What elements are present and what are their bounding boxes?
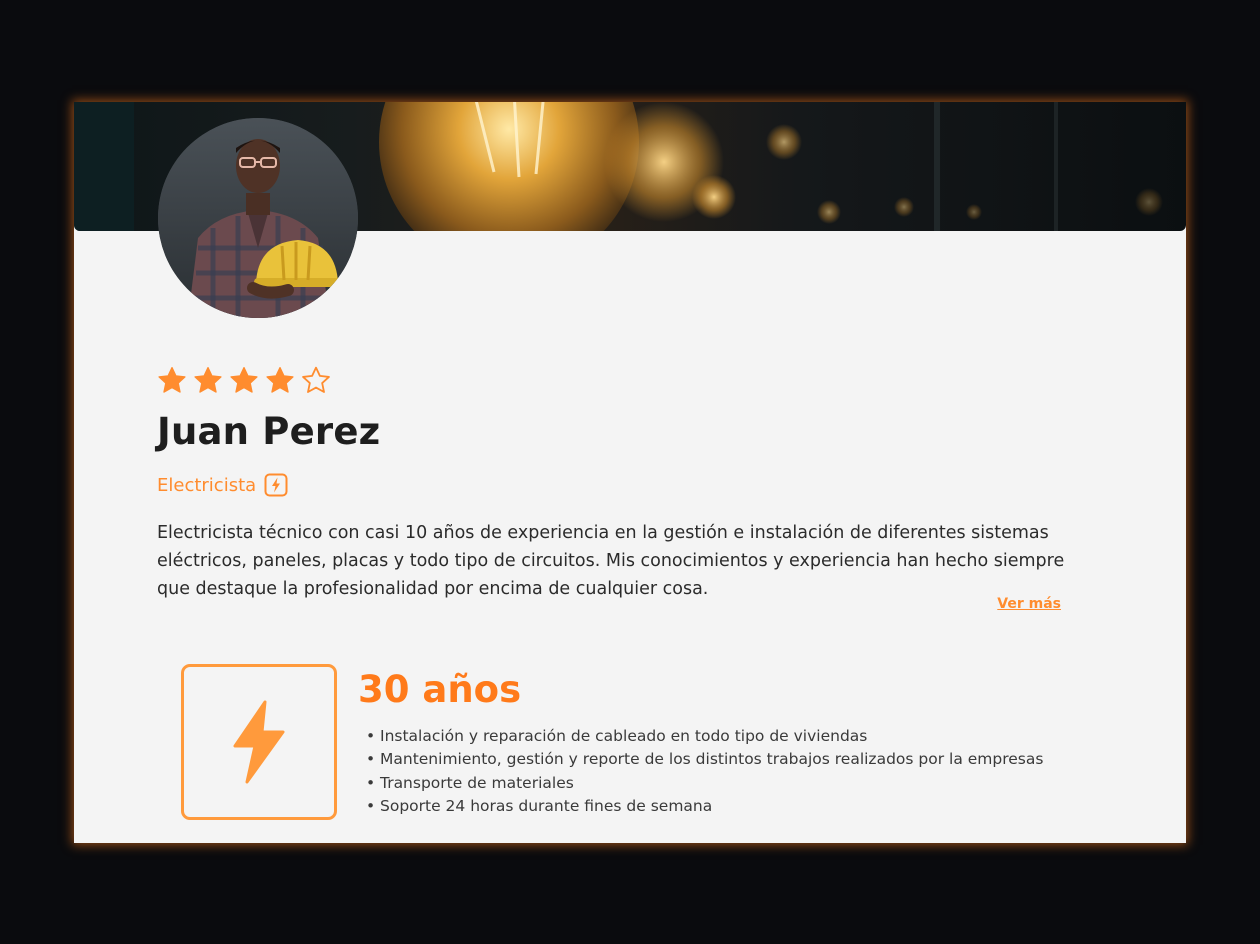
profile-name: Juan Perez xyxy=(157,410,381,453)
experience-item-text: Transporte de materiales xyxy=(380,773,574,792)
experience-icon-box xyxy=(181,664,337,820)
profile-description: Electricista técnico con casi 10 años de… xyxy=(157,523,1065,599)
star-filled-icon xyxy=(156,365,188,395)
bullet-icon: • xyxy=(366,750,376,769)
experience-item: • Instalación y reparación de cableado en… xyxy=(366,725,1043,748)
experience-item: • Mantenimiento, gestión y reporte de los… xyxy=(366,748,1043,771)
read-more-link[interactable]: Ver más xyxy=(997,596,1061,612)
experience-years: 30 años xyxy=(358,668,522,711)
bullet-icon: • xyxy=(366,796,376,815)
experience-item-text: Mantenimiento, gestión y reporte de los … xyxy=(380,750,1044,769)
experience-item-text: Instalación y reparación de cableado en … xyxy=(380,727,868,745)
star-filled-icon xyxy=(192,365,224,395)
bolt-icon xyxy=(264,473,288,497)
bolt-icon xyxy=(229,700,289,784)
bullet-icon: • xyxy=(366,727,376,745)
experience-list: • Instalación y reparación de cableado en… xyxy=(366,725,1043,818)
star-filled-icon xyxy=(228,365,260,395)
star-filled-icon xyxy=(264,365,296,395)
experience-item-text: Soporte 24 horas durante fines de semana xyxy=(380,796,713,815)
profile-avatar xyxy=(158,118,358,318)
rating-stars xyxy=(156,365,332,395)
bullet-icon: • xyxy=(366,773,376,792)
experience-item: • Soporte 24 horas durante fines de seman… xyxy=(366,795,1043,818)
profile-card: Juan Perez Electricista Electricista téc… xyxy=(74,102,1186,843)
experience-item: • Transporte de materiales xyxy=(366,772,1043,795)
profession-tag: Electricista xyxy=(157,473,288,497)
star-empty-icon xyxy=(300,365,332,395)
profession-label: Electricista xyxy=(157,474,257,496)
